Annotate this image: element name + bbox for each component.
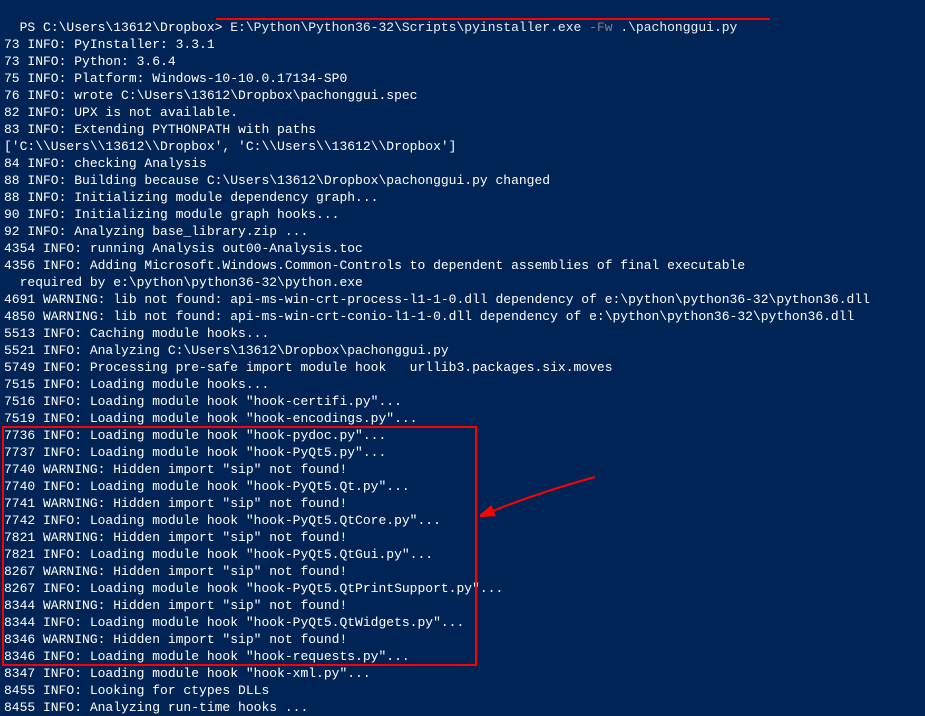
output-line: 83 INFO: Extending PYTHONPATH with paths: [0, 121, 925, 138]
output-line: 90 INFO: Initializing module graph hooks…: [0, 206, 925, 223]
output-line: 7740 INFO: Loading module hook "hook-PyQ…: [0, 478, 925, 495]
output-line: 8267 INFO: Loading module hook "hook-PyQ…: [0, 580, 925, 597]
output-line: 73 INFO: PyInstaller: 3.3.1: [0, 36, 925, 53]
command-path: E:\Python\Python36-32\Scripts\pyinstalle…: [230, 20, 581, 35]
output-line: 7515 INFO: Loading module hooks...: [0, 376, 925, 393]
output-line: 4691 WARNING: lib not found: api-ms-win-…: [0, 291, 925, 308]
output-line: 8346 WARNING: Hidden import "sip" not fo…: [0, 631, 925, 648]
terminal-output: 73 INFO: PyInstaller: 3.3.173 INFO: Pyth…: [0, 36, 925, 716]
output-line: 88 INFO: Building because C:\Users\13612…: [0, 172, 925, 189]
output-line: 7741 WARNING: Hidden import "sip" not fo…: [0, 495, 925, 512]
output-line: 8346 INFO: Loading module hook "hook-req…: [0, 648, 925, 665]
command-arg: .\pachonggui.py: [620, 20, 737, 35]
output-line: ['C:\\Users\\13612\\Dropbox', 'C:\\Users…: [0, 138, 925, 155]
output-line: 8455 INFO: Analyzing run-time hooks ...: [0, 699, 925, 716]
output-line: 8267 WARNING: Hidden import "sip" not fo…: [0, 563, 925, 580]
output-line: 8347 INFO: Loading module hook "hook-xml…: [0, 665, 925, 682]
annotation-underline: [216, 18, 770, 20]
output-line: 7737 INFO: Loading module hook "hook-PyQ…: [0, 444, 925, 461]
output-line: 5513 INFO: Caching module hooks...: [0, 325, 925, 342]
output-line: 7821 WARNING: Hidden import "sip" not fo…: [0, 529, 925, 546]
output-line: 5521 INFO: Analyzing C:\Users\13612\Drop…: [0, 342, 925, 359]
output-line: 7821 INFO: Loading module hook "hook-PyQ…: [0, 546, 925, 563]
output-line: 75 INFO: Platform: Windows-10-10.0.17134…: [0, 70, 925, 87]
output-line: 73 INFO: Python: 3.6.4: [0, 53, 925, 70]
output-line: 4354 INFO: running Analysis out00-Analys…: [0, 240, 925, 257]
output-line: 4356 INFO: Adding Microsoft.Windows.Comm…: [0, 257, 925, 274]
output-line: 88 INFO: Initializing module dependency …: [0, 189, 925, 206]
output-line: 82 INFO: UPX is not available.: [0, 104, 925, 121]
prompt-prefix: PS C:\Users\13612\Dropbox>: [20, 20, 231, 35]
output-line: 8344 WARNING: Hidden import "sip" not fo…: [0, 597, 925, 614]
command-flag: -Fw: [581, 20, 620, 35]
output-line: 5749 INFO: Processing pre-safe import mo…: [0, 359, 925, 376]
output-line: 76 INFO: wrote C:\Users\13612\Dropbox\pa…: [0, 87, 925, 104]
output-line: 7736 INFO: Loading module hook "hook-pyd…: [0, 427, 925, 444]
output-line: 8455 INFO: Looking for ctypes DLLs: [0, 682, 925, 699]
output-line: 8344 INFO: Loading module hook "hook-PyQ…: [0, 614, 925, 631]
output-line: 7519 INFO: Loading module hook "hook-enc…: [0, 410, 925, 427]
output-line: 92 INFO: Analyzing base_library.zip ...: [0, 223, 925, 240]
output-line: 84 INFO: checking Analysis: [0, 155, 925, 172]
output-line: 7740 WARNING: Hidden import "sip" not fo…: [0, 461, 925, 478]
output-line: required by e:\python\python36-32\python…: [0, 274, 925, 291]
output-line: 4850 WARNING: lib not found: api-ms-win-…: [0, 308, 925, 325]
output-line: 7516 INFO: Loading module hook "hook-cer…: [0, 393, 925, 410]
output-line: 7742 INFO: Loading module hook "hook-PyQ…: [0, 512, 925, 529]
